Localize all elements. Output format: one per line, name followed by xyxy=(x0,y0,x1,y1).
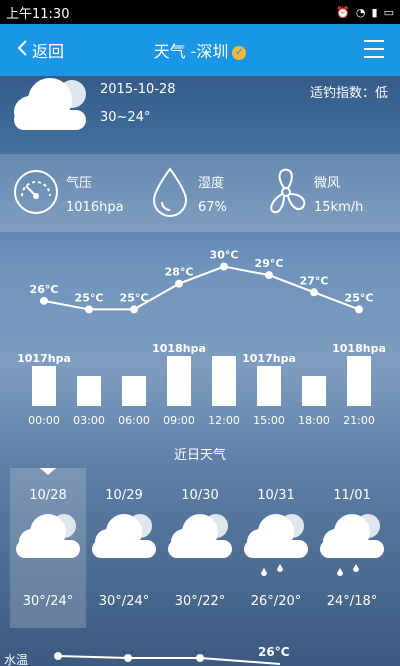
humidity-label: 湿度 xyxy=(198,176,225,191)
wind-value: 15km/h xyxy=(314,200,364,215)
forecast-date: 10/31 xyxy=(257,488,295,503)
verified-badge-icon: ✓ xyxy=(232,45,247,60)
bottom-chart: 水温 26°C xyxy=(0,630,400,666)
gauge-icon xyxy=(14,170,58,214)
pressure-label: 气压 xyxy=(66,176,93,191)
temperature-label: 25°C xyxy=(120,291,149,304)
temperature-label: 25°C xyxy=(75,291,104,304)
forecast-date: 11/01 xyxy=(333,488,371,503)
temperature-point xyxy=(220,262,228,271)
pressure-metric: 气压 1016hpa xyxy=(12,154,142,232)
today-date: 2015-10-28 xyxy=(100,82,176,97)
status-time: 上午11:30 xyxy=(6,6,70,22)
pressure-label: 1017hpa xyxy=(242,352,296,365)
forecast-day[interactable]: 10/29 30°/24° xyxy=(86,468,162,628)
menu-button[interactable] xyxy=(364,40,384,60)
bottom-point xyxy=(196,654,204,662)
rain-cloud-icon xyxy=(320,514,384,576)
temperature-point xyxy=(310,288,318,297)
hourly-chart: 26°C 25°C 25°C 28°C 30°C 29°C 27°C 25°C 1017hpa 0… xyxy=(17,249,386,427)
fan-icon xyxy=(270,168,306,214)
cloud-icon xyxy=(16,514,80,558)
pressure-bar xyxy=(77,376,101,406)
pressure-bar xyxy=(122,376,146,406)
pressure-bar xyxy=(347,356,371,406)
rain-cloud-icon xyxy=(244,514,308,576)
forecast-date: 10/30 xyxy=(181,488,219,503)
pressure-bar xyxy=(32,366,56,406)
cloud-icon xyxy=(14,78,86,130)
forecast-temp: 30°/24° xyxy=(22,594,74,609)
temperature-label: 27°C xyxy=(300,274,329,287)
pressure-label: 1018hpa xyxy=(152,342,206,355)
bottom-chart-svg: 水温 26°C xyxy=(4,645,290,666)
wind-label: 微风 xyxy=(314,176,341,191)
pressure-label: 1018hpa xyxy=(332,342,386,355)
time-tick-label: 21:00 xyxy=(343,414,375,427)
recent-weather-label: 近日天气 xyxy=(173,448,226,463)
bottom-left-label: 水温 xyxy=(4,653,28,666)
forecast-day[interactable]: 11/01 24°/18° xyxy=(314,468,390,628)
temperature-label: 26°C xyxy=(30,283,59,296)
metrics-panel: 气压 1016hpa 湿度 67% 微风 15km/h xyxy=(0,154,400,232)
water-drop-icon xyxy=(152,167,188,217)
pressure-value: 1016hpa xyxy=(66,200,124,215)
temperature-label: 25°C xyxy=(345,291,374,304)
fishing-index: 适钓指数：低 xyxy=(309,86,388,101)
wifi-icon: ◔ xyxy=(355,5,366,19)
forecast-date: 10/29 xyxy=(105,488,143,503)
selected-pointer-icon xyxy=(40,468,56,475)
pressure-bar xyxy=(212,356,236,406)
forecast-day[interactable]: 10/30 30°/22° xyxy=(162,468,238,628)
bottom-point xyxy=(124,654,132,662)
time-tick-label: 09:00 xyxy=(163,414,195,427)
temperature-point xyxy=(265,271,273,280)
time-tick-label: 15:00 xyxy=(253,414,285,427)
alarm-icon: ⏰ xyxy=(336,5,350,19)
forecast-temp: 24°/18° xyxy=(326,594,378,609)
temperature-label: 28°C xyxy=(165,266,194,279)
cloud-icon xyxy=(92,514,156,558)
time-tick-label: 03:00 xyxy=(73,414,105,427)
temperature-point xyxy=(355,305,363,314)
temperature-point xyxy=(130,305,138,314)
title-bar: 返回 天气 -深圳 ✓ xyxy=(0,24,400,76)
pressure-bar xyxy=(257,366,281,406)
forecast-date: 10/28 xyxy=(29,488,67,503)
temperature-point xyxy=(175,279,183,288)
temperature-point xyxy=(40,296,48,305)
signal-icon: ▮ xyxy=(371,5,378,19)
today-range: 30~24° xyxy=(100,110,151,125)
cloud-icon xyxy=(168,514,232,558)
humidity-value: 67% xyxy=(198,200,227,215)
status-bar: 上午11:30 ⏰ ◔ ▮ ▭ xyxy=(0,0,400,24)
pressure-bar xyxy=(302,376,326,406)
forecast-temp: 30°/22° xyxy=(174,594,226,609)
forecast-temp: 26°/20° xyxy=(250,594,302,609)
forecast-day[interactable]: 10/28 30°/24° xyxy=(10,468,86,628)
forecast-row: 10/28 30°/24° 10/29 30°/24° 10/30 30°/22° 10/3… xyxy=(0,468,400,628)
forecast-day[interactable]: 10/31 26°/20° xyxy=(238,468,314,628)
bottom-line xyxy=(57,655,281,665)
status-icons: ⏰ ◔ ▮ ▭ xyxy=(336,6,394,19)
battery-icon: ▭ xyxy=(383,5,394,19)
temperature-label: 30°C xyxy=(210,249,239,262)
temperature-point xyxy=(85,305,93,314)
today-summary: 2015-10-28 30~24° 适钓指数：低 xyxy=(0,76,400,154)
bottom-point xyxy=(54,652,62,660)
time-tick-label: 06:00 xyxy=(118,414,150,427)
temperature-label: 29°C xyxy=(255,257,284,270)
time-tick-label: 18:00 xyxy=(298,414,330,427)
page-title: 天气 -深圳 ✓ xyxy=(0,38,400,62)
title-text: 天气 -深圳 xyxy=(153,42,229,61)
forecast-temp: 30°/24° xyxy=(98,594,150,609)
pressure-bar xyxy=(167,356,191,406)
time-tick-label: 12:00 xyxy=(208,414,240,427)
time-tick-label: 00:00 xyxy=(28,414,60,427)
bottom-value: 26°C xyxy=(258,645,290,659)
wind-metric: 微风 15km/h xyxy=(262,154,392,232)
humidity-metric: 湿度 67% xyxy=(150,154,260,232)
pressure-label: 1017hpa xyxy=(17,352,71,365)
